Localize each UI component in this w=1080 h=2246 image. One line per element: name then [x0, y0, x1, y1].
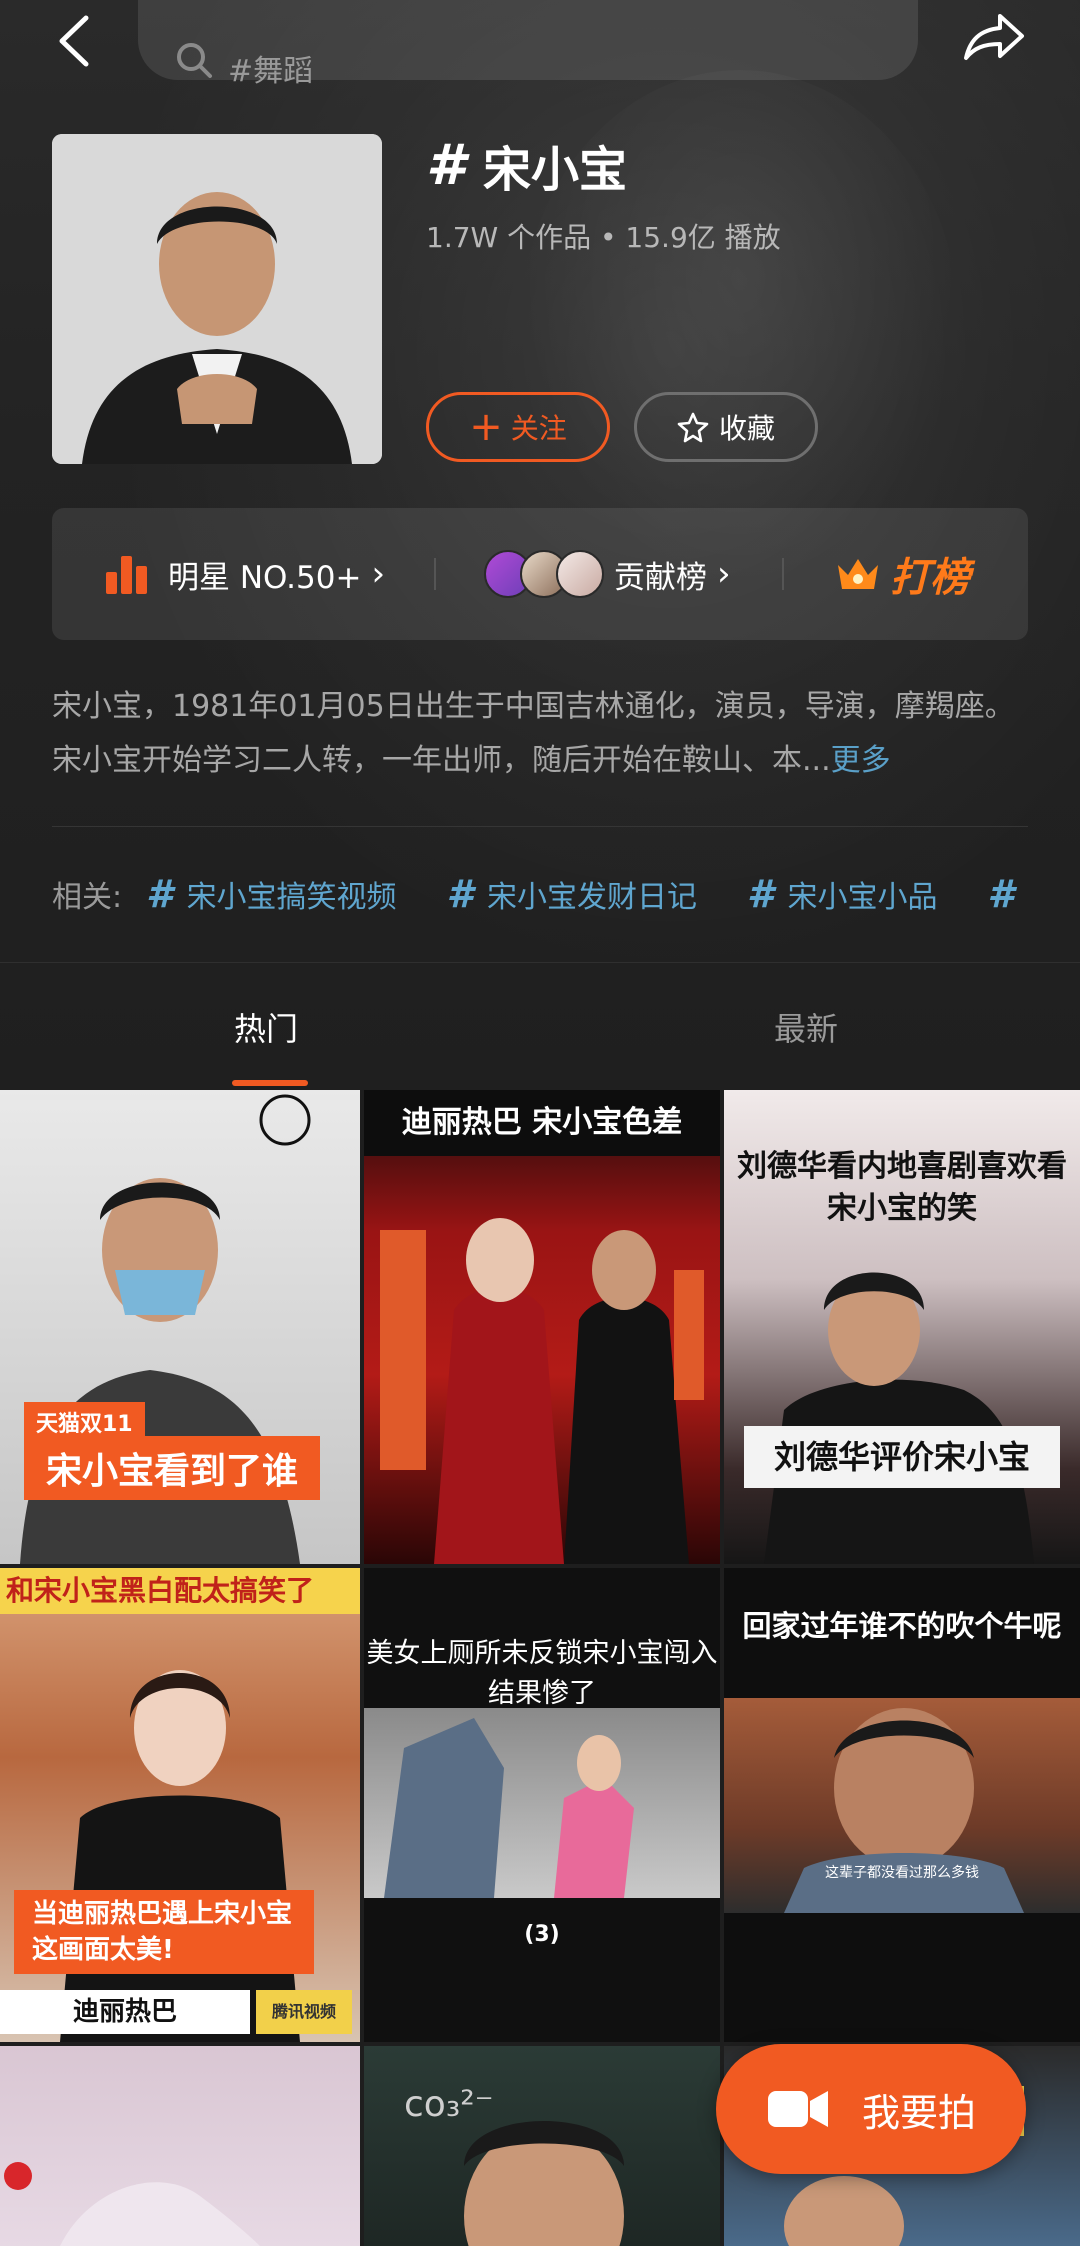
related-tag-label: 宋小宝搞笑视频	[186, 880, 397, 915]
chevron-right-icon: ›	[717, 554, 731, 594]
topic-cover-image	[52, 134, 382, 464]
topic-title: # 宋小宝	[426, 130, 627, 200]
video-caption-bottom: 迪丽热巴	[0, 1990, 250, 2034]
collect-label: 收藏	[718, 412, 775, 445]
share-icon	[964, 14, 1024, 60]
video-caption: 美女上厕所未反锁宋小宝闯入结果惨了	[366, 1638, 718, 1709]
divider	[434, 558, 436, 590]
svg-text:co₃²⁻: co₃²⁻	[404, 2084, 494, 2125]
shoot-button[interactable]: 我要拍	[716, 2044, 1026, 2174]
tab-latest[interactable]: 最新	[774, 1004, 838, 1050]
avatar	[556, 550, 604, 598]
crown-icon	[838, 559, 878, 589]
thumbnail-figures	[384, 1718, 634, 1898]
video-caption-bottom: 刘德华评价宋小宝	[744, 1426, 1060, 1488]
star-icon	[677, 412, 709, 443]
video-thumbnail: 这辈子都没看过那么多钱	[724, 1698, 1080, 1913]
related-tag-label: 宋小宝发财日记	[487, 880, 698, 915]
video-caption: 回家过年谁不的吹个牛呢	[742, 1609, 1062, 1643]
contributor-avatars	[484, 550, 604, 598]
topic-description: 宋小宝，1981年01月05日出生于中国吉林通化，演员，导演，摩羯座。宋小宝开始…	[52, 680, 1032, 788]
divider	[782, 558, 784, 590]
related-topics: 相关: # 宋小宝搞笑视频 # 宋小宝发财日记 # 宋小宝小品 #	[52, 872, 1078, 916]
hashtag-icon: #	[426, 132, 465, 198]
video-subtitle: 这辈子都没看过那么多钱	[825, 1865, 979, 1881]
chevron-left-icon	[59, 15, 89, 67]
contribution-rank-label: 贡献榜	[614, 559, 707, 596]
video-card[interactable]: 回家过年谁不的吹个牛呢 这辈子都没看过那么多钱	[724, 1568, 1080, 2042]
portrait-image	[52, 134, 382, 464]
hashtag-icon: #	[446, 872, 474, 916]
hashtag-icon: #	[987, 872, 1014, 916]
video-thumbnail	[764, 1272, 1034, 1564]
follow-button[interactable]: + 关注	[426, 392, 610, 462]
video-thumbnail	[364, 1708, 720, 1898]
shoot-label: 我要拍	[861, 2090, 976, 2135]
topic-name: 宋小宝	[482, 142, 627, 198]
video-thumbnail: co₃²⁻	[404, 2084, 624, 2246]
chevron-right-icon: ›	[371, 554, 386, 594]
follow-label: 关注	[510, 412, 567, 445]
plus-icon: +	[469, 404, 503, 450]
video-thumbnail	[380, 1218, 704, 1564]
video-card[interactable]: 美女上厕所未反锁宋小宝闯入结果惨了 (3)	[364, 1568, 720, 2042]
divider	[0, 962, 1080, 963]
tab-hot[interactable]: 热门	[234, 1004, 298, 1050]
video-source-badge: 腾讯视频	[256, 1990, 352, 2034]
video-card[interactable]: 和宋小宝黑白配太搞笑了 当迪丽热巴遇上宋小宝这画面太美! 迪丽热巴 腾讯视频	[0, 1568, 360, 2042]
share-button[interactable]	[962, 10, 1028, 64]
dabang-label: 打榜	[890, 555, 970, 601]
video-thumbnail	[4, 2162, 260, 2246]
star-rank-label: 明星 NO.50+	[168, 559, 362, 596]
video-card[interactable]: 天猫双11 宋小宝看到了谁	[0, 1090, 360, 1564]
search-icon	[177, 43, 212, 78]
video-caption: 当迪丽热巴遇上宋小宝这画面太美!	[14, 1890, 314, 1974]
topic-stats: 1.7W 个作品 • 15.9亿 播放	[426, 221, 781, 254]
back-button[interactable]	[52, 12, 96, 70]
hashtag-icon: #	[747, 872, 774, 916]
hashtag-icon: #	[146, 872, 173, 916]
active-tab-indicator	[232, 1080, 308, 1086]
divider	[52, 826, 1028, 827]
video-card[interactable]	[0, 2046, 360, 2246]
video-card[interactable]: 刘德华看内地喜剧喜欢看宋小宝的笑 刘德华评价宋小宝	[724, 1090, 1080, 1564]
related-label: 相关:	[52, 880, 123, 915]
video-caption: 宋小宝看到了谁	[24, 1436, 321, 1500]
star-rank-link[interactable]: 明星 NO.50+ ›	[104, 508, 385, 640]
related-tag[interactable]: # 宋小宝小品	[747, 872, 937, 916]
video-card[interactable]: co₃²⁻	[364, 2046, 720, 2246]
contribution-rank-link[interactable]: 贡献榜 ›	[484, 508, 731, 640]
bar-chart-icon	[106, 556, 147, 594]
video-card[interactable]: 迪丽热巴 宋小宝色差	[364, 1090, 720, 1564]
related-tag[interactable]: #	[987, 872, 1027, 916]
search-placeholder: #舞蹈	[228, 54, 314, 89]
related-tag[interactable]: # 宋小宝发财日记	[447, 872, 697, 916]
video-part-number: (3)	[524, 1922, 560, 1947]
rank-bar: 明星 NO.50+ › 贡献榜 › 打榜	[52, 508, 1028, 640]
dabang-button[interactable]: 打榜	[834, 508, 970, 640]
video-camera-icon	[767, 2091, 828, 2127]
related-tag[interactable]: # 宋小宝搞笑视频	[146, 872, 396, 916]
related-tag-label: 宋小宝小品	[787, 880, 938, 915]
more-link[interactable]: 更多	[831, 743, 891, 778]
collect-button[interactable]: 收藏	[634, 392, 818, 462]
search-bar[interactable]: #舞蹈	[138, 0, 918, 89]
